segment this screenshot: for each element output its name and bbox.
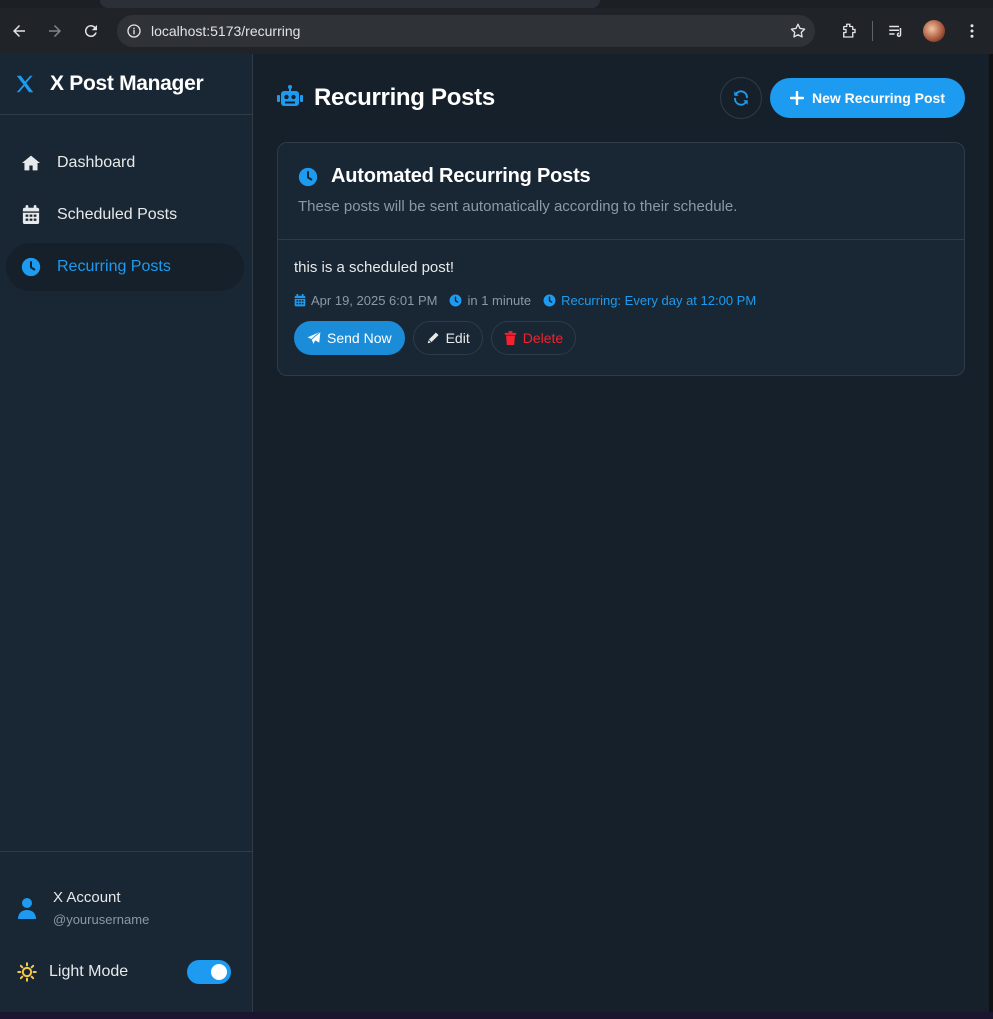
media-queue-icon[interactable] — [877, 12, 915, 50]
sidebar-item-scheduled-posts[interactable]: Scheduled Posts — [6, 191, 244, 239]
toggle-knob — [211, 964, 227, 980]
paper-plane-icon — [307, 331, 321, 345]
clock-icon — [543, 294, 556, 307]
post-recurrence: Recurring: Every day at 12:00 PM — [543, 293, 756, 308]
toolbar-divider — [872, 21, 873, 41]
calendar-icon — [294, 294, 306, 307]
reload-button[interactable] — [73, 13, 109, 49]
post-date: Apr 19, 2025 6:01 PM — [294, 293, 437, 308]
user-icon — [16, 897, 38, 919]
theme-toggle[interactable] — [187, 960, 231, 984]
back-button[interactable] — [1, 13, 37, 49]
sidebar-item-recurring-posts[interactable]: Recurring Posts — [6, 243, 244, 291]
site-info-icon[interactable] — [117, 23, 151, 39]
main-content: Recurring Posts New Recurring Post Autom… — [253, 54, 989, 1012]
sun-icon — [16, 962, 38, 982]
card-title: Automated Recurring Posts — [331, 165, 591, 187]
sidebar-item-label: Dashboard — [57, 154, 136, 171]
bookmark-star-icon[interactable] — [781, 22, 815, 40]
pencil-icon — [426, 331, 440, 345]
trash-icon — [504, 331, 517, 345]
app-root: X Post Manager Dashboard Scheduled Posts… — [0, 54, 989, 1012]
active-tab[interactable] — [100, 0, 600, 8]
address-bar[interactable]: localhost:5173/recurring — [117, 15, 815, 47]
new-recurring-post-button[interactable]: New Recurring Post — [769, 78, 965, 118]
post-meta: Apr 19, 2025 6:01 PM in 1 minute Recurri… — [294, 293, 948, 308]
post-date-text: Apr 19, 2025 6:01 PM — [311, 293, 438, 308]
page-title: Recurring Posts — [314, 84, 495, 111]
account-handle: @yourusername — [53, 912, 150, 927]
send-now-button[interactable]: Send Now — [294, 321, 405, 355]
arrow-left-icon — [13, 25, 25, 37]
card-subtitle: These posts will be sent automatically a… — [298, 198, 738, 215]
account-info[interactable]: X Account @yourusername — [0, 852, 252, 940]
plus-icon — [789, 91, 804, 105]
sidebar-footer: X Account @yourusername Light Mode — [0, 851, 252, 1004]
sidebar-nav: Dashboard Scheduled Posts Recurring Post… — [0, 115, 252, 291]
desktop-strip — [0, 1012, 993, 1019]
post-text: this is a scheduled post! — [294, 259, 455, 276]
refresh-button[interactable] — [719, 77, 762, 119]
extensions-icon[interactable] — [830, 12, 868, 50]
recurring-posts-card: Automated Recurring Posts These posts wi… — [277, 142, 965, 376]
arrow-right-icon — [49, 25, 61, 37]
calendar-icon — [20, 204, 42, 226]
clock-icon — [298, 167, 318, 186]
clock-icon — [20, 256, 42, 278]
profile-avatar[interactable] — [915, 12, 953, 50]
new-recurring-post-label: New Recurring Post — [811, 90, 945, 106]
post-actions: Send Now Edit Delete — [294, 321, 948, 355]
recurrence-text: Recurring: Every day at 12:00 PM — [561, 293, 757, 308]
window-edge — [989, 54, 993, 1012]
sidebar-item-dashboard[interactable]: Dashboard — [6, 139, 244, 187]
delete-label: Delete — [522, 330, 564, 346]
theme-mode-label: Light Mode — [49, 963, 129, 980]
home-icon — [20, 152, 42, 174]
brand-name: X Post Manager — [50, 72, 204, 95]
reload-icon — [84, 25, 97, 38]
browser-toolbar: localhost:5173/recurring — [0, 8, 993, 54]
brand[interactable]: X Post Manager — [0, 54, 252, 115]
send-now-label: Send Now — [327, 330, 392, 346]
forward-button[interactable] — [37, 13, 73, 49]
browser-tabstrip — [0, 0, 993, 8]
edit-button[interactable]: Edit — [412, 321, 483, 355]
edit-label: Edit — [445, 330, 470, 346]
relative-time-text: in 1 minute — [467, 293, 532, 308]
delete-button[interactable]: Delete — [490, 321, 577, 355]
avatar — [923, 20, 945, 42]
refresh-icon — [733, 90, 748, 106]
x-logo-icon — [16, 75, 34, 93]
page-header: Recurring Posts New Recurring Post — [277, 77, 965, 119]
sidebar: X Post Manager Dashboard Scheduled Posts… — [0, 54, 253, 1012]
sidebar-item-label: Recurring Posts — [57, 258, 171, 275]
sidebar-item-label: Scheduled Posts — [57, 206, 178, 223]
post-relative-time: in 1 minute — [449, 293, 531, 308]
list-item: this is a scheduled post! Apr 19, 2025 6… — [278, 240, 964, 355]
account-name: X Account — [53, 889, 121, 906]
robot-icon — [277, 85, 303, 106]
url-text[interactable]: localhost:5173/recurring — [151, 23, 781, 39]
theme-mode-row: Light Mode — [0, 940, 252, 1004]
card-header: Automated Recurring Posts These posts wi… — [278, 143, 964, 240]
clock-icon — [449, 294, 462, 307]
browser-menu-icon[interactable] — [953, 12, 991, 50]
